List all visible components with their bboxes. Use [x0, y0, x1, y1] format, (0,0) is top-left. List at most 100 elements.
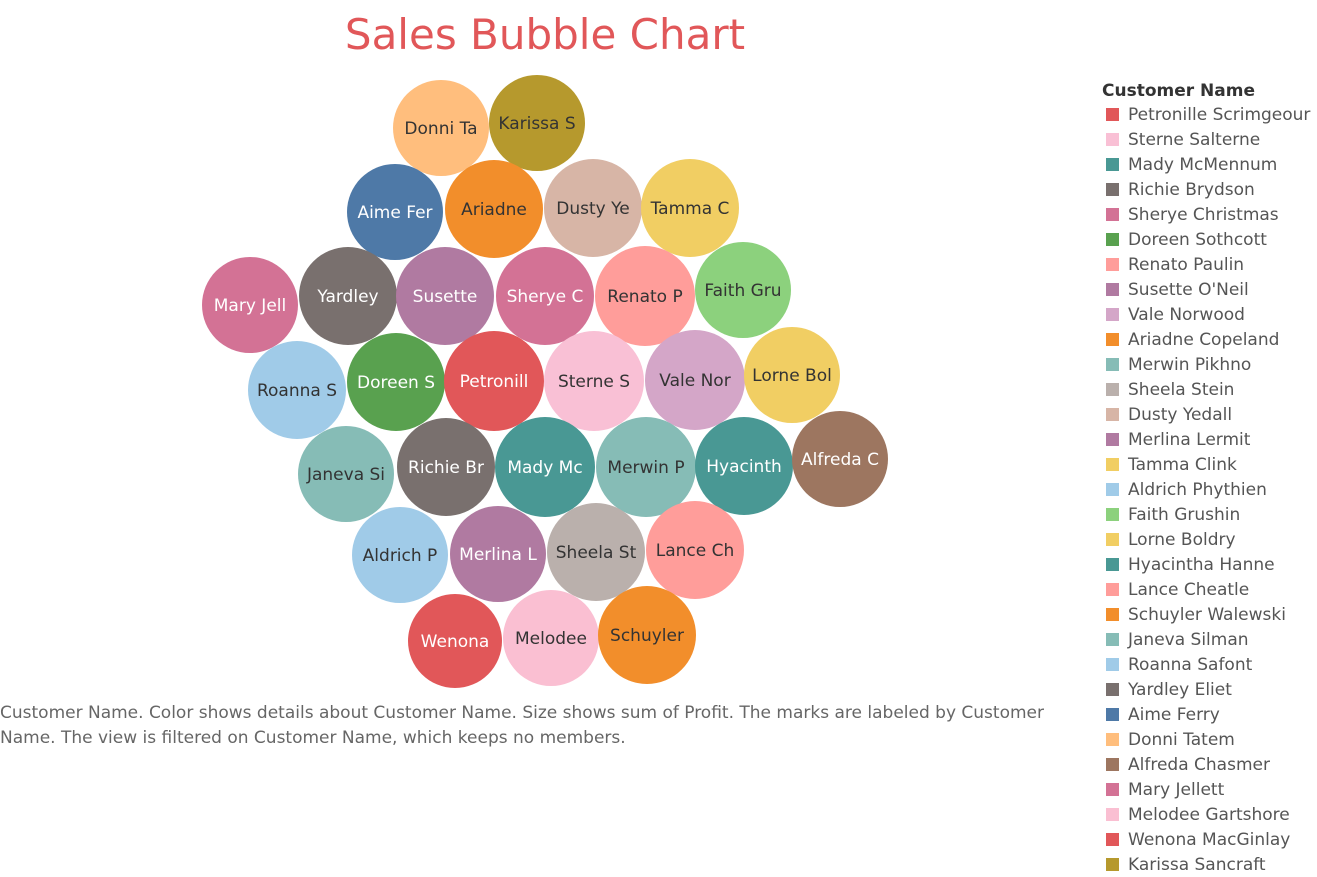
legend-item[interactable]: Merwin Pikhno — [1102, 352, 1317, 377]
legend-item[interactable]: Sherye Christmas — [1102, 202, 1317, 227]
legend-item[interactable]: Melodee Gartshore — [1102, 802, 1317, 827]
bubble-label: Sherye C — [507, 287, 584, 307]
legend-label: Sterne Salterne — [1128, 129, 1261, 150]
legend-item[interactable]: Hyacintha Hanne — [1102, 552, 1317, 577]
legend-swatch — [1106, 108, 1119, 121]
legend-item[interactable]: Mady McMennum — [1102, 152, 1317, 177]
legend-swatch — [1106, 183, 1119, 196]
legend-item[interactable]: Aime Ferry — [1102, 702, 1317, 727]
bubble-label: Doreen S — [357, 373, 435, 393]
legend-label: Doreen Sothcott — [1128, 229, 1267, 250]
bubble-label: Tamma C — [650, 199, 730, 219]
legend-swatch — [1106, 858, 1119, 871]
legend-item[interactable]: Aldrich Phythien — [1102, 477, 1317, 502]
legend-swatch — [1106, 258, 1119, 271]
legend-swatch — [1106, 458, 1119, 471]
legend-label: Faith Grushin — [1128, 504, 1241, 525]
legend-label: Mary Jellett — [1128, 779, 1225, 800]
legend-label: Merwin Pikhno — [1128, 354, 1252, 375]
legend-item[interactable]: Dusty Yedall — [1102, 402, 1317, 427]
bubble-label: Janeva Si — [306, 465, 385, 485]
legend-label: Melodee Gartshore — [1128, 804, 1290, 825]
legend-label: Susette O'Neil — [1128, 279, 1249, 300]
bubble-label: Vale Nor — [659, 371, 730, 391]
legend-item[interactable]: Vale Norwood — [1102, 302, 1317, 327]
legend-title: Customer Name — [1102, 81, 1255, 101]
legend-label: Schuyler Walewski — [1128, 604, 1286, 625]
bubble-label: Richie Br — [408, 458, 484, 478]
bubble-label: Donni Ta — [404, 119, 477, 139]
legend-item[interactable]: Sheela Stein — [1102, 377, 1317, 402]
legend-label: Vale Norwood — [1128, 304, 1245, 325]
legend-swatch — [1106, 733, 1119, 746]
legend-swatch — [1106, 158, 1119, 171]
legend-swatch — [1106, 658, 1119, 671]
bubble-label: Karissa S — [498, 114, 575, 134]
legend-item[interactable]: Tamma Clink — [1102, 452, 1317, 477]
legend-swatch — [1106, 533, 1119, 546]
legend-swatch — [1106, 683, 1119, 696]
bubble-label: Lance Ch — [656, 541, 735, 561]
legend-swatch — [1106, 508, 1119, 521]
legend-swatch — [1106, 808, 1119, 821]
legend-item[interactable]: Karissa Sancraft — [1102, 852, 1317, 877]
legend-label: Sheela Stein — [1128, 379, 1235, 400]
legend-swatch — [1106, 233, 1119, 246]
legend-swatch — [1106, 758, 1119, 771]
bubble-label: Mary Jell — [214, 296, 286, 316]
bubble-label: Petronill — [460, 372, 529, 392]
legend-label: Aime Ferry — [1128, 704, 1220, 725]
legend-item[interactable]: Alfreda Chasmer — [1102, 752, 1317, 777]
legend-item[interactable]: Richie Brydson — [1102, 177, 1317, 202]
legend-item[interactable]: Roanna Safont — [1102, 652, 1317, 677]
bubble-label: Faith Gru — [704, 281, 781, 301]
legend-items: Petronille Scrimgeour Sterne Salterne Mady… — [1102, 102, 1317, 877]
legend-item[interactable]: Donni Tatem — [1102, 727, 1317, 752]
bubble-label: Aldrich P — [363, 546, 438, 566]
legend-label: Lance Cheatle — [1128, 579, 1250, 600]
legend-label: Hyacintha Hanne — [1128, 554, 1275, 575]
bubble-label: Merwin P — [607, 458, 684, 478]
legend-item[interactable]: Lance Cheatle — [1102, 577, 1317, 602]
legend-item[interactable]: Sterne Salterne — [1102, 127, 1317, 152]
legend-swatch — [1106, 583, 1119, 596]
legend-item[interactable]: Ariadne Copeland — [1102, 327, 1317, 352]
legend-item[interactable]: Renato Paulin — [1102, 252, 1317, 277]
legend-label: Janeva Silman — [1128, 629, 1249, 650]
bubble-label: Dusty Ye — [556, 199, 629, 219]
bubble-label: Ariadne — [461, 200, 527, 220]
legend-item[interactable]: Petronille Scrimgeour — [1102, 102, 1317, 127]
legend-label: Merlina Lermit — [1128, 429, 1251, 450]
bubble-chart: Donni Ta Karissa S Aime Fer Ariadne Dusty Ye… — [202, 75, 888, 688]
legend-item[interactable]: Janeva Silman — [1102, 627, 1317, 652]
legend-item[interactable]: Lorne Boldry — [1102, 527, 1317, 552]
bubble-label: Melodee — [515, 629, 587, 649]
legend-item[interactable]: Faith Grushin — [1102, 502, 1317, 527]
bubble-label: Hyacinth — [706, 457, 782, 477]
legend-item[interactable]: Wenona MacGinlay — [1102, 827, 1317, 852]
legend-item[interactable]: Doreen Sothcott — [1102, 227, 1317, 252]
legend-label: Lorne Boldry — [1128, 529, 1236, 550]
legend-item[interactable]: Merlina Lermit — [1102, 427, 1317, 452]
bubble-label: Schuyler — [610, 626, 684, 646]
bubble-label: Merlina L — [459, 545, 537, 565]
bubble-label: Mady Mc — [507, 458, 582, 478]
legend-label: Karissa Sancraft — [1128, 854, 1266, 875]
legend-swatch — [1106, 358, 1119, 371]
legend-label: Yardley Eliet — [1128, 679, 1232, 700]
legend-label: Sherye Christmas — [1128, 204, 1279, 225]
legend-item[interactable]: Yardley Eliet — [1102, 677, 1317, 702]
legend-swatch — [1106, 433, 1119, 446]
legend-swatch — [1106, 708, 1119, 721]
legend-item[interactable]: Mary Jellett — [1102, 777, 1317, 802]
legend: Customer Name Petronille Scrimgeour Stern… — [1102, 80, 1317, 877]
legend-label: Wenona MacGinlay — [1128, 829, 1291, 850]
legend-swatch — [1106, 408, 1119, 421]
legend-swatch — [1106, 483, 1119, 496]
bubble-label: Roanna S — [257, 381, 337, 401]
legend-swatch — [1106, 308, 1119, 321]
legend-label: Renato Paulin — [1128, 254, 1245, 275]
legend-item[interactable]: Schuyler Walewski — [1102, 602, 1317, 627]
bubble-label: Lorne Bol — [752, 366, 832, 386]
legend-item[interactable]: Susette O'Neil — [1102, 277, 1317, 302]
